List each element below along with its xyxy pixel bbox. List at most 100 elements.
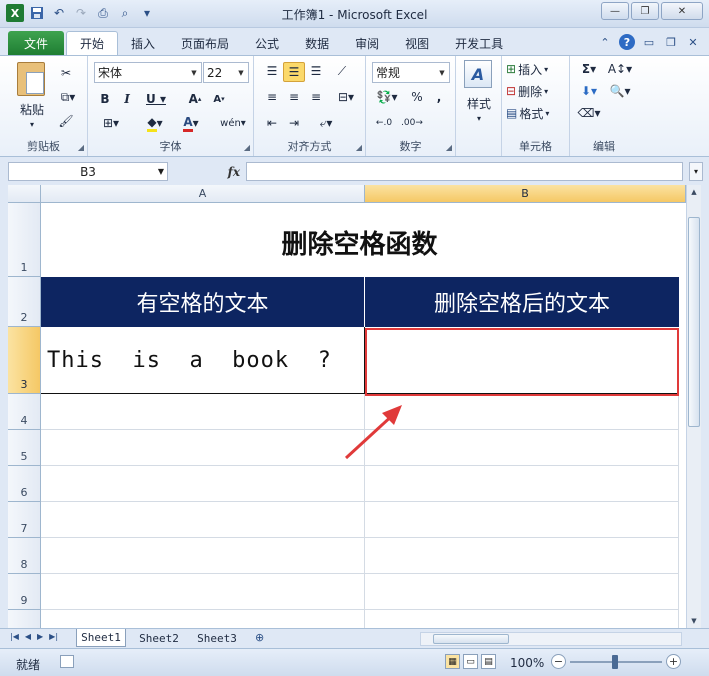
row-header-4[interactable]: 4: [8, 394, 41, 430]
cell-b7[interactable]: [365, 502, 679, 538]
close-button[interactable]: ✕: [661, 2, 703, 20]
increase-decimal-icon[interactable]: ←.0: [372, 114, 396, 132]
decrease-decimal-icon[interactable]: .00→: [400, 114, 424, 132]
paste-dropdown-icon[interactable]: ▾: [22, 118, 42, 130]
restore-button[interactable]: ❐: [631, 2, 659, 20]
sort-filter-icon[interactable]: A↕▾: [606, 60, 634, 78]
align-bottom-icon[interactable]: ☰: [306, 62, 326, 80]
row-header-2[interactable]: 2: [8, 277, 41, 327]
zoom-out-icon[interactable]: −: [551, 654, 566, 669]
bold-button[interactable]: B: [96, 90, 114, 108]
page-break-view-icon[interactable]: ▤: [481, 654, 496, 669]
macro-record-icon[interactable]: [60, 655, 74, 668]
tab-review[interactable]: 审阅: [342, 31, 392, 55]
row-header-6[interactable]: 6: [8, 466, 41, 502]
chevron-down-icon[interactable]: ▼: [158, 167, 164, 176]
header-cell-a2[interactable]: 有空格的文本: [41, 277, 365, 327]
percent-icon[interactable]: %: [408, 88, 426, 106]
align-center-icon[interactable]: ≡: [284, 88, 304, 106]
cell-a9[interactable]: [41, 574, 365, 610]
align-left-icon[interactable]: ≡: [262, 88, 282, 106]
sheet-tab-sheet2[interactable]: Sheet2: [134, 629, 184, 647]
borders-icon[interactable]: ⊞▾: [96, 114, 126, 132]
workbook-restore-icon[interactable]: ❐: [663, 34, 679, 50]
horizontal-scrollbar[interactable]: [420, 632, 682, 646]
format-cells-button[interactable]: ▤ 格式 ▾: [506, 104, 566, 122]
column-header-b[interactable]: B: [365, 185, 686, 203]
find-select-icon[interactable]: 🔍▾: [606, 82, 634, 100]
next-sheet-icon[interactable]: ▶: [37, 632, 43, 641]
font-launcher-icon[interactable]: ◢: [244, 143, 250, 152]
autosum-icon[interactable]: Σ▾: [576, 60, 602, 78]
row-header-9[interactable]: 9: [8, 574, 41, 610]
last-sheet-icon[interactable]: ▶|: [49, 632, 58, 641]
tab-data[interactable]: 数据: [292, 31, 342, 55]
vertical-scroll-thumb[interactable]: [688, 217, 700, 427]
cell-a4[interactable]: [41, 394, 365, 430]
wrap-text-icon[interactable]: ⤶▾: [312, 114, 340, 132]
grow-font-icon[interactable]: A ▴: [184, 90, 206, 108]
number-launcher-icon[interactable]: ◢: [446, 143, 452, 152]
prev-sheet-icon[interactable]: ◀: [25, 632, 31, 641]
insert-function-icon[interactable]: fx: [228, 165, 240, 179]
clipboard-launcher-icon[interactable]: ◢: [78, 143, 84, 152]
comma-style-icon[interactable]: ,: [430, 88, 448, 106]
accounting-format-icon[interactable]: 💱▾: [372, 88, 402, 106]
vertical-scrollbar[interactable]: ▲ ▼: [686, 185, 701, 628]
orientation-icon[interactable]: ⟋: [332, 62, 352, 80]
row-header-8[interactable]: 8: [8, 538, 41, 574]
workbook-close-icon[interactable]: ✕: [685, 34, 701, 50]
cell-a5[interactable]: [41, 430, 365, 466]
select-all-corner[interactable]: [8, 185, 41, 203]
merge-center-icon[interactable]: ⊟▾: [332, 88, 360, 106]
fill-icon[interactable]: ⬇▾: [576, 82, 602, 100]
clear-icon[interactable]: ⌫▾: [576, 104, 602, 122]
tab-formulas[interactable]: 公式: [242, 31, 292, 55]
align-middle-icon[interactable]: ☰: [283, 62, 305, 82]
zoom-slider-knob[interactable]: [612, 655, 618, 669]
sheet-tab-sheet1[interactable]: Sheet1: [76, 629, 126, 647]
tab-page-layout[interactable]: 页面布局: [168, 31, 242, 55]
scroll-down-icon[interactable]: ▼: [687, 614, 701, 628]
cell-b10[interactable]: [365, 610, 679, 628]
chevron-down-icon[interactable]: ▼: [187, 63, 201, 82]
number-format-combo[interactable]: 常规 ▼: [372, 62, 450, 83]
font-size-combo[interactable]: 22 ▼: [203, 62, 249, 83]
cell-a6[interactable]: [41, 466, 365, 502]
first-sheet-icon[interactable]: |◀: [10, 632, 19, 641]
italic-button[interactable]: I: [118, 90, 136, 108]
cell-b5[interactable]: [365, 430, 679, 466]
row-header-10[interactable]: [8, 610, 41, 628]
insert-sheet-icon[interactable]: ⊕: [255, 631, 271, 645]
cell-b8[interactable]: [365, 538, 679, 574]
tab-home[interactable]: 开始: [66, 31, 119, 55]
chevron-down-icon[interactable]: ▼: [435, 63, 449, 82]
minimize-button[interactable]: —: [601, 2, 629, 20]
styles-dropdown-icon[interactable]: ▾: [469, 112, 489, 124]
paste-icon[interactable]: [17, 62, 45, 96]
chevron-down-icon[interactable]: ▼: [234, 63, 248, 82]
row-header-5[interactable]: 5: [8, 430, 41, 466]
tab-insert[interactable]: 插入: [118, 31, 168, 55]
cell-a3[interactable]: This is a book ?: [41, 327, 365, 394]
horizontal-scroll-thumb[interactable]: [433, 634, 509, 644]
scroll-up-icon[interactable]: ▲: [687, 185, 701, 199]
delete-cells-button[interactable]: ⊟ 删除 ▾: [506, 82, 566, 100]
fill-color-icon[interactable]: ◆ ▾: [138, 114, 172, 132]
cell-b6[interactable]: [365, 466, 679, 502]
cut-icon[interactable]: ✂: [56, 64, 76, 82]
cell-a8[interactable]: [41, 538, 365, 574]
cell-a10[interactable]: [41, 610, 365, 628]
styles-icon[interactable]: A: [464, 60, 492, 88]
collapse-ribbon-icon[interactable]: ⌃: [597, 34, 613, 50]
normal-view-icon[interactable]: ▦: [445, 654, 460, 669]
row-header-3[interactable]: 3: [8, 327, 41, 394]
worksheet-grid[interactable]: A B 1 2 3 4 5 6 7 8 9 删除空格函数 有空格的文本 删除空格…: [8, 185, 686, 628]
help-icon[interactable]: ?: [619, 34, 635, 50]
styles-button[interactable]: 样式: [456, 94, 502, 112]
insert-cells-button[interactable]: ⊞ 插入 ▾: [506, 60, 566, 78]
increase-indent-icon[interactable]: ⇥: [284, 114, 304, 132]
row-header-7[interactable]: 7: [8, 502, 41, 538]
page-layout-view-icon[interactable]: ▭: [463, 654, 478, 669]
shrink-font-icon[interactable]: A ▾: [208, 90, 230, 108]
